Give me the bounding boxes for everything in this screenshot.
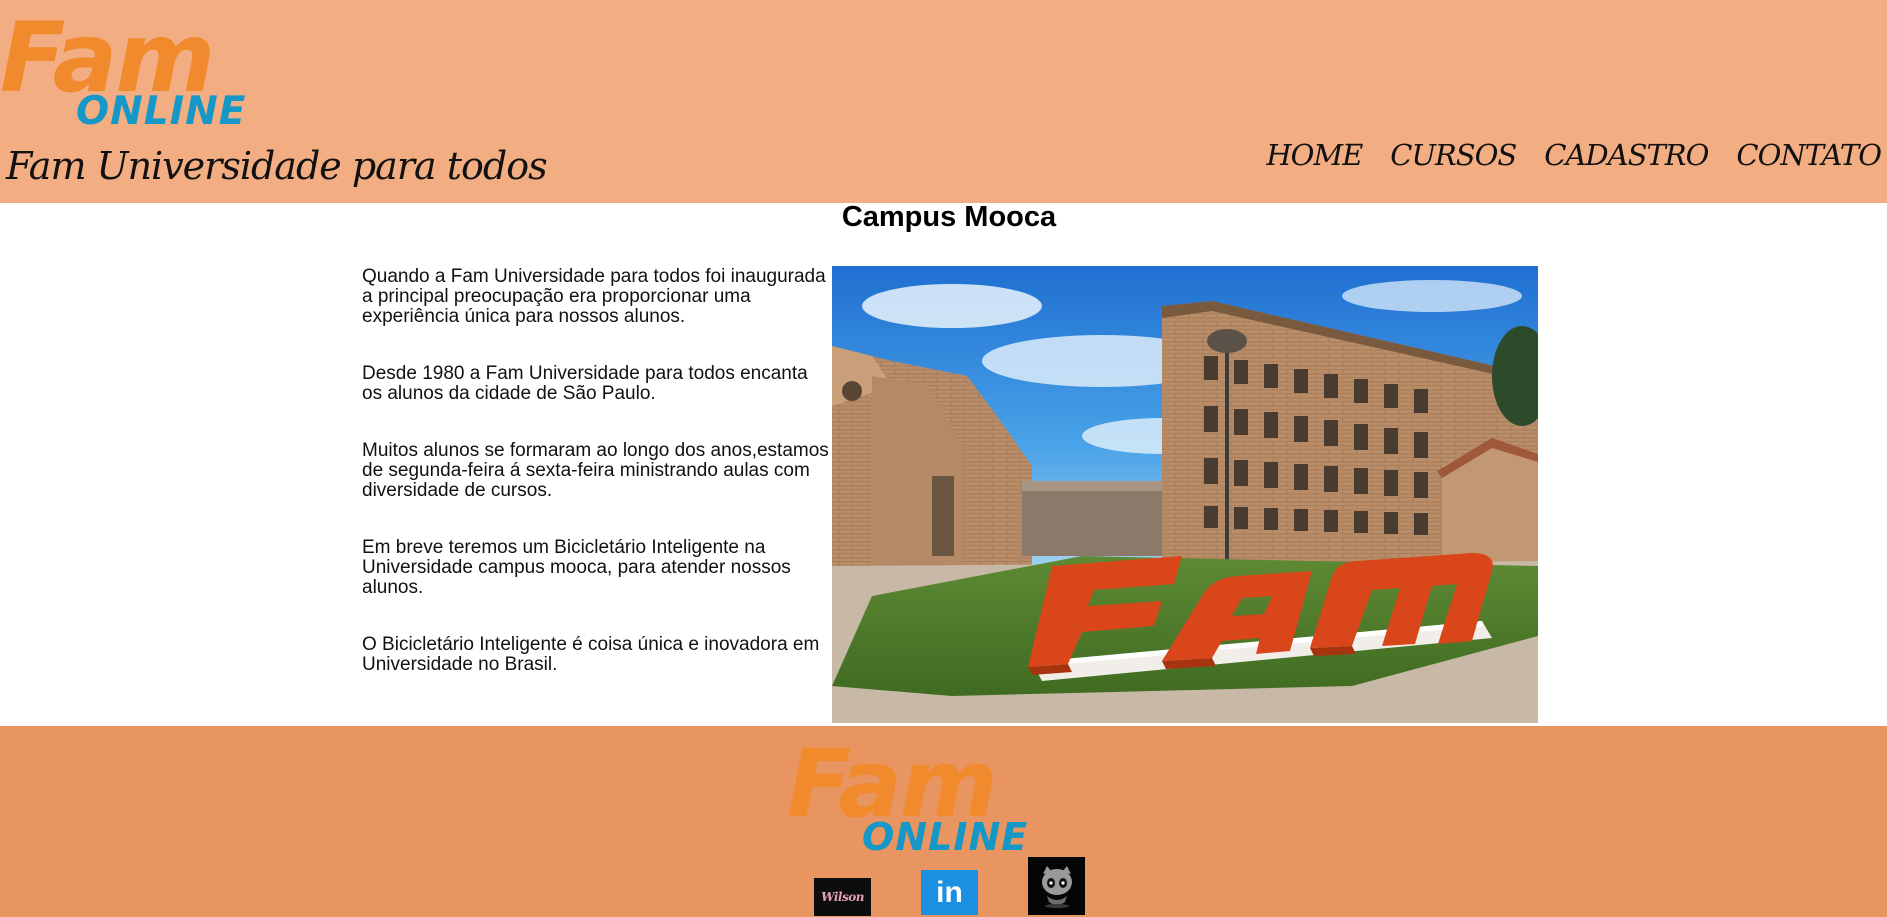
campus-photo-illustration <box>832 266 1538 723</box>
wilson-label: Wilson <box>821 890 864 904</box>
paragraph-history: Desde 1980 a Fam Universidade para todos… <box>362 363 808 404</box>
page-title: Campus Mooca <box>841 201 1057 233</box>
nav-cadastro[interactable]: CADASTRO <box>1544 138 1709 172</box>
site-tagline: Fam Universidade para todos <box>6 144 548 188</box>
github-icon[interactable] <box>1028 857 1085 915</box>
campus-photo <box>832 266 1538 723</box>
wilson-logo-icon[interactable]: Wilson <box>814 878 871 916</box>
nav-home[interactable]: HOME <box>1266 138 1363 172</box>
site-footer: Fam ONLINE Wilson in <box>0 726 1887 917</box>
nav-contato[interactable]: CONTATO <box>1736 138 1882 172</box>
logo-online[interactable]: ONLINE <box>76 92 246 131</box>
paragraph-intro: Quando a Fam Universidade para todos foi… <box>362 266 826 327</box>
site-header: Fam ONLINE Fam Universidade para todos H… <box>0 0 1887 203</box>
main-nav: HOME CURSOS CADASTRO CONTATO <box>1266 138 1882 172</box>
paragraph-bike-rack: Em breve teremos um Bicicletário Intelig… <box>362 537 791 598</box>
nav-cursos[interactable]: CURSOS <box>1390 138 1517 172</box>
linkedin-icon[interactable]: in <box>921 870 978 915</box>
footer-logo-online[interactable]: ONLINE <box>862 818 1028 856</box>
campus-description: Quando a Fam Universidade para todos foi… <box>362 267 832 712</box>
paragraph-students: Muitos alunos se formaram ao longo dos a… <box>362 440 829 501</box>
github-icon-graphic <box>1041 866 1072 908</box>
paragraph-innovation: O Bicicletário Inteligente é coisa única… <box>362 634 820 675</box>
linkedin-label: in <box>936 875 963 909</box>
